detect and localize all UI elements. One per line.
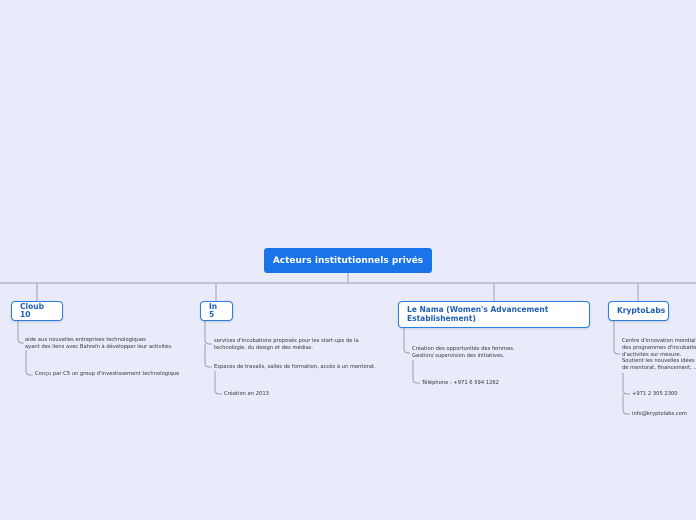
branch-title: Cloub 10	[20, 301, 44, 319]
branch-cloub10[interactable]: Cloub 10	[11, 301, 63, 321]
branch-title: Le Nama (Women's Advancement Establishem…	[407, 305, 549, 323]
leaf-kryptolabs-description[interactable]: Centre d'innovation mondial des programm…	[622, 338, 696, 372]
leaf-cloub10-description[interactable]: aide aux nouvelles entreprises technolog…	[25, 337, 173, 351]
branch-title: In 5	[209, 301, 218, 319]
mindmap-canvas: Acteurs institutionnels privés Cloub 10 …	[0, 0, 696, 520]
leaf-nama-opportunities[interactable]: Création des opportunités des femmes. Ge…	[412, 346, 515, 360]
leaf-kryptolabs-email[interactable]: info@kryptolabs.com	[632, 411, 687, 418]
branch-title: KryptoLabs	[617, 305, 666, 315]
branch-le-nama[interactable]: Le Nama (Women's Advancement Establishem…	[398, 301, 590, 328]
root-node[interactable]: Acteurs institutionnels privés	[264, 248, 432, 273]
branch-in5[interactable]: In 5	[200, 301, 233, 321]
leaf-nama-phone[interactable]: Téléphone : +971 6 594 1262	[422, 380, 499, 387]
leaf-in5-creation[interactable]: Création en 2013	[224, 391, 269, 398]
leaf-kryptolabs-phone[interactable]: +971 2 305 2300	[632, 391, 678, 398]
leaf-cloub10-founder[interactable]: Conçu par C5 un group d'investissement t…	[35, 371, 179, 378]
leaf-in5-spaces[interactable]: Espaces de travails, salles de formation…	[214, 364, 376, 371]
leaf-in5-services[interactable]: services d'incubations proposés pour les…	[214, 338, 359, 352]
branch-kryptolabs[interactable]: KryptoLabs	[608, 301, 669, 321]
root-label: Acteurs institutionnels privés	[272, 255, 424, 266]
